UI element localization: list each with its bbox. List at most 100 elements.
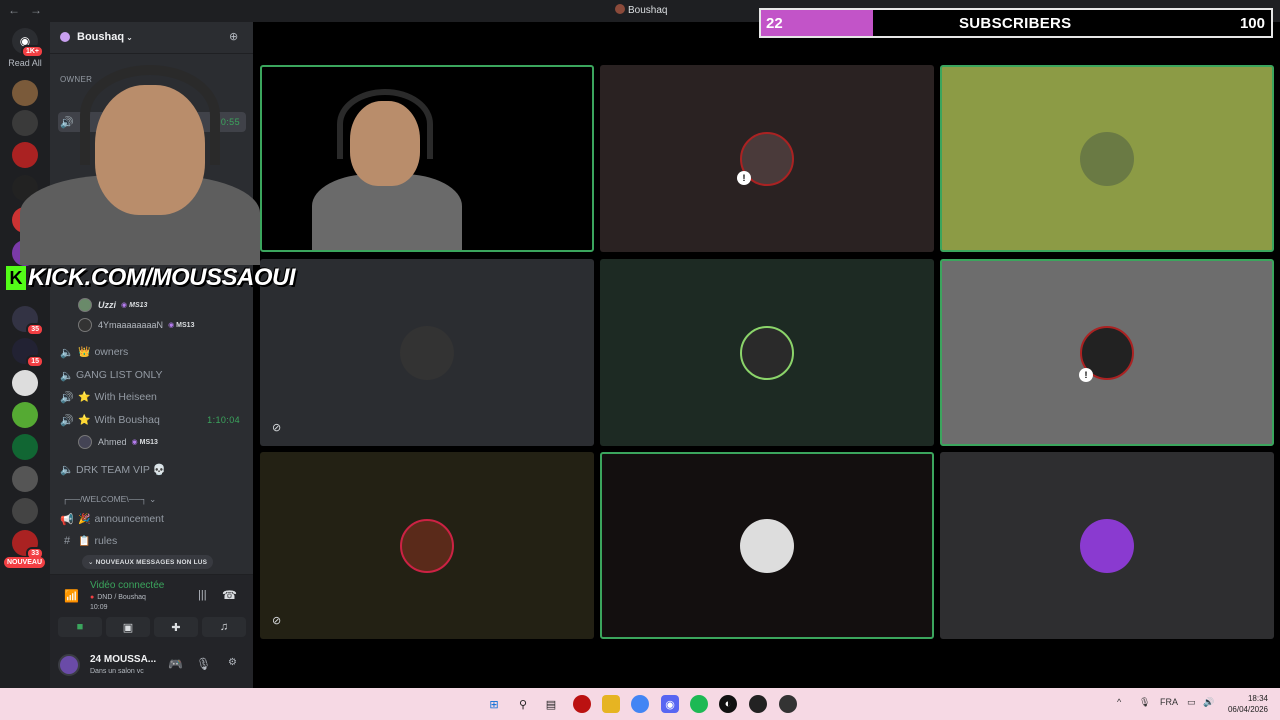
- discord-icon[interactable]: ◉: [661, 695, 679, 713]
- subscriber-count: 22: [766, 15, 783, 32]
- category-welcome[interactable]: ┌──/WELCOME\──┐ ⌄: [62, 494, 156, 505]
- subscriber-label: SUBSCRIBERS: [959, 15, 1072, 32]
- video-tile[interactable]: !: [600, 65, 934, 252]
- screen-share-button[interactable]: ▣: [106, 617, 150, 637]
- video-tile[interactable]: !: [940, 259, 1274, 446]
- disconnect-icon[interactable]: ☎: [222, 588, 237, 602]
- noise-suppression-icon[interactable]: |||: [198, 589, 207, 601]
- clan-tag: MS13: [132, 438, 158, 446]
- home-button[interactable]: ◉ 1K+: [12, 28, 44, 58]
- add-user-icon[interactable]: ⊕: [229, 30, 243, 44]
- speaker-icon: 🔊: [60, 391, 74, 404]
- username[interactable]: 24 MOUSSA...: [90, 654, 156, 665]
- avatar: [740, 325, 794, 380]
- language-indicator[interactable]: FRA: [1160, 697, 1178, 707]
- avatar: [1080, 131, 1134, 186]
- voice-user-name: Uzzi: [98, 300, 116, 310]
- chevron-up-icon[interactable]: ^: [1117, 697, 1121, 707]
- voice-user[interactable]: Uzzi MS13: [78, 296, 147, 314]
- channel-with-heiseen[interactable]: 🔊 ⭐ With Heiseen: [58, 387, 246, 407]
- app-icon[interactable]: ◐: [719, 695, 737, 713]
- video-tile[interactable]: ⊘: [260, 452, 594, 639]
- spotify-icon[interactable]: [690, 695, 708, 713]
- channel-announcement[interactable]: 📢 🎉 announcement: [58, 509, 246, 529]
- microphone-icon[interactable]: 🎙: [1139, 697, 1150, 708]
- video-tile[interactable]: [600, 452, 934, 639]
- voice-status: Vidéo connectée: [90, 580, 165, 591]
- speaker-icon: 🔊: [60, 414, 74, 427]
- clock-date: 06/04/2026: [1227, 705, 1268, 714]
- windows-start-icon[interactable]: ⊞: [485, 695, 503, 713]
- chevron-down-icon: ⌄: [126, 33, 133, 42]
- new-messages-pill[interactable]: ⌄ NOUVEAUX MESSAGES NON LUS: [82, 555, 214, 569]
- server-icon[interactable]: [12, 402, 38, 428]
- camera-icon: ■: [76, 621, 84, 633]
- speaker-icon: 🔈: [60, 346, 74, 359]
- app-icon[interactable]: [573, 695, 591, 713]
- file-explorer-icon[interactable]: [602, 695, 620, 713]
- microphone-icon[interactable]: 🎙: [196, 657, 211, 671]
- clipboard-icon: 📋: [78, 535, 91, 547]
- avatar[interactable]: [58, 654, 80, 676]
- screen-share-icon: ▣: [122, 621, 134, 634]
- server-icon[interactable]: 33: [12, 530, 44, 560]
- clock[interactable]: 18:34 06/04/2026: [1228, 693, 1268, 715]
- voice-channel[interactable]: DND / Boushaq: [90, 594, 146, 601]
- signal-icon[interactable]: 📶: [64, 589, 79, 603]
- voice-user[interactable]: 4YmaaaaaaaaN MS13: [78, 316, 194, 334]
- task-view-icon[interactable]: ▤: [542, 695, 560, 713]
- back-icon[interactable]: ←: [8, 3, 20, 17]
- chrome-icon[interactable]: [631, 695, 649, 713]
- server-icon[interactable]: [12, 466, 38, 492]
- app-icon[interactable]: [779, 695, 797, 713]
- video-tile[interactable]: [940, 452, 1274, 639]
- video-tile-self[interactable]: [260, 65, 594, 252]
- channel-label: DRK TEAM VIP 💀: [76, 463, 166, 476]
- channel-label: owners: [94, 346, 129, 358]
- avatar: [400, 325, 454, 380]
- star-icon: ⭐: [78, 391, 91, 403]
- video-tile[interactable]: ⊘: [260, 259, 594, 446]
- voice-user[interactable]: Ahmed MS13: [78, 433, 158, 451]
- volume-icon[interactable]: 🔊: [1203, 697, 1214, 708]
- soundboard-button[interactable]: ♫: [202, 617, 246, 637]
- settings-icon[interactable]: ⚙: [228, 657, 237, 668]
- activities-button[interactable]: ✚: [154, 617, 198, 637]
- user-panel: 24 MOUSSA... Dans un salon vc 🎮 🎙 ⚙: [50, 644, 253, 688]
- channel-with-boushaq[interactable]: 🔊 ⭐ With Boushaq 1:10:04: [58, 410, 246, 430]
- streamer-webcam-overlay: [0, 55, 290, 265]
- channel-gang-list[interactable]: 🔈 GANG LIST ONLY: [58, 365, 246, 385]
- network-icon[interactable]: ▭: [1187, 697, 1196, 708]
- server-icon[interactable]: 35: [12, 306, 44, 336]
- voice-user-name: 4YmaaaaaaaaN: [98, 320, 164, 330]
- nav-arrows[interactable]: ← →: [8, 3, 52, 17]
- camera-button[interactable]: ■: [58, 617, 102, 637]
- server-icon[interactable]: [12, 498, 38, 524]
- server-icon[interactable]: 15: [12, 338, 44, 368]
- server-name[interactable]: Boushaq ⌄: [77, 31, 133, 43]
- channel-time: 1:10:04: [207, 415, 240, 425]
- avatar: [740, 518, 794, 573]
- mute-icon: ⊘: [272, 615, 282, 627]
- kick-url: KICK.COM/MOUSSAOUI: [28, 264, 296, 291]
- window-title-text: Boushaq: [628, 5, 668, 16]
- server-header[interactable]: Boushaq ⌄ ⊕: [50, 22, 253, 54]
- server-icon[interactable]: [12, 434, 38, 460]
- video-tile[interactable]: [940, 65, 1274, 252]
- gamepad-icon[interactable]: 🎮: [168, 657, 183, 671]
- video-tile[interactable]: [600, 259, 934, 446]
- speaker-icon: 🔈: [60, 369, 74, 382]
- channel-owners[interactable]: 🔈 👑 owners: [58, 342, 246, 362]
- search-icon[interactable]: ⚲: [514, 695, 532, 713]
- server-icon[interactable]: [12, 370, 38, 396]
- hash-icon: #: [63, 535, 71, 547]
- alert-icon: !: [1079, 368, 1093, 382]
- new-badge[interactable]: NOUVEAU: [4, 557, 46, 568]
- app-icon[interactable]: [749, 695, 767, 713]
- channel-rules[interactable]: # 📋 rules: [58, 531, 246, 551]
- headset: [80, 65, 220, 165]
- channel-label: rules: [94, 535, 118, 547]
- server-name-text: Boushaq: [77, 31, 125, 43]
- forward-icon[interactable]: →: [30, 3, 42, 17]
- channel-drk-team[interactable]: 🔈 DRK TEAM VIP 💀: [58, 459, 246, 479]
